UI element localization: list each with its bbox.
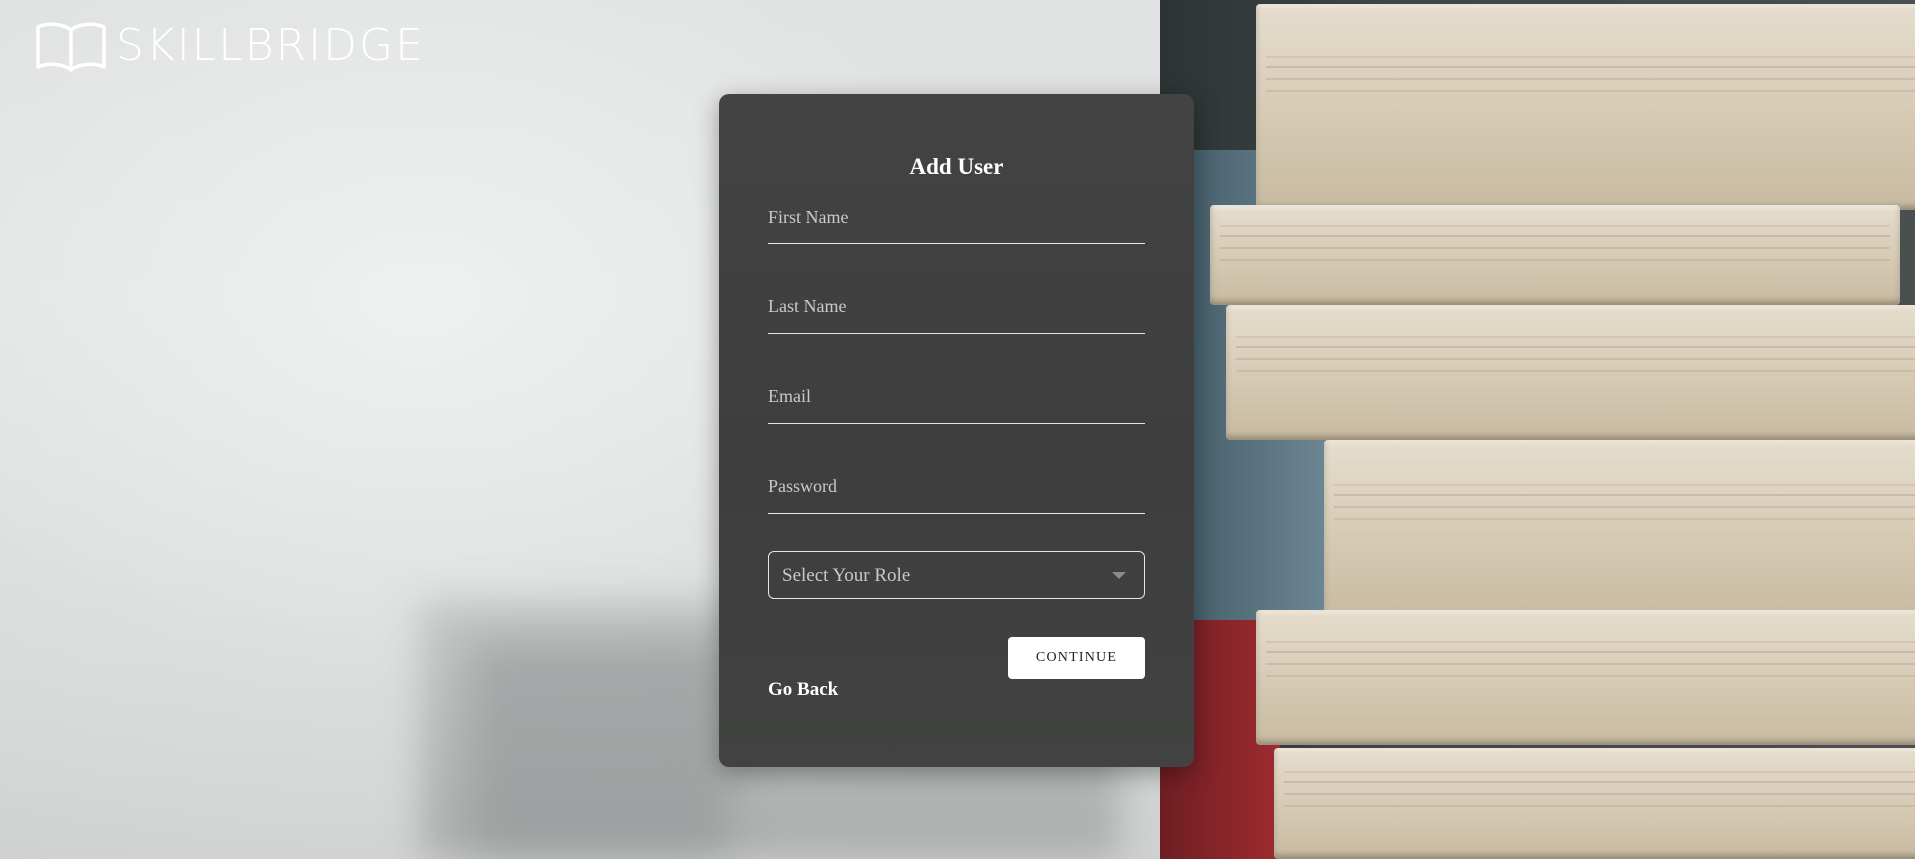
password-input[interactable] <box>768 476 1145 497</box>
role-select[interactable]: Select Your Role <box>769 552 1144 598</box>
form-actions: CONTINUE Go Back <box>768 637 1145 707</box>
email-field <box>768 334 1145 424</box>
go-back-link[interactable]: Go Back <box>768 679 838 701</box>
last-name-input[interactable] <box>768 296 1145 317</box>
book <box>1324 440 1915 620</box>
continue-button[interactable]: CONTINUE <box>1008 637 1145 679</box>
password-field <box>768 424 1145 514</box>
first-name-field <box>768 204 1145 244</box>
email-input[interactable] <box>768 386 1145 407</box>
book <box>1274 748 1915 859</box>
book <box>1256 610 1915 745</box>
role-select-wrapper: Select Your Role <box>768 551 1145 599</box>
open-book-icon <box>34 20 108 72</box>
book-stack-photo <box>1160 0 1915 859</box>
add-user-card: Add User Select Your Role CONTINUE Go Ba… <box>719 94 1194 767</box>
book <box>1256 4 1915 210</box>
last-name-field <box>768 244 1145 334</box>
form-title: Add User <box>909 154 1004 179</box>
first-name-input[interactable] <box>768 207 1145 228</box>
brand-logo[interactable]: SKILLBRIDGE <box>34 20 425 72</box>
brand-name: SKILLBRIDGE <box>116 20 425 71</box>
book <box>1210 205 1900 305</box>
background-blur-shape <box>470 640 730 859</box>
book <box>1226 305 1915 440</box>
